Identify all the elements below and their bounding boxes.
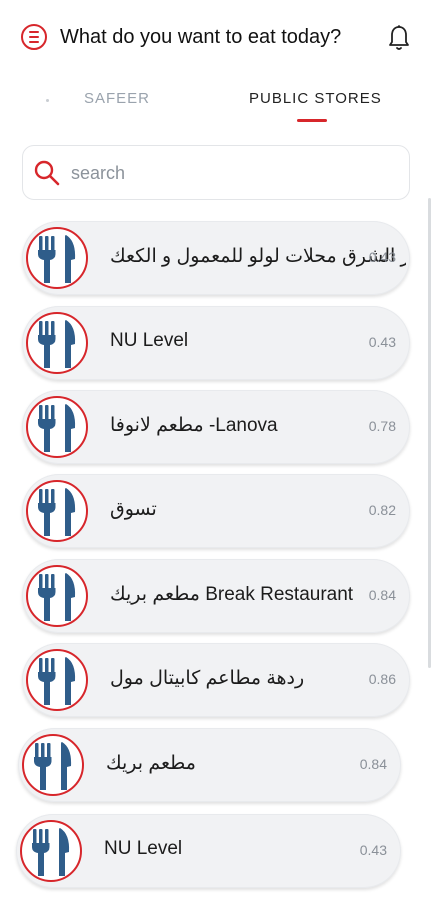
store-card[interactable]: مطعم بريك 0.84 (18, 728, 401, 802)
restaurant-icon (22, 734, 84, 796)
restaurant-icon (20, 820, 82, 882)
restaurant-icon (26, 227, 88, 289)
store-card[interactable]: ردهة مطاعم كابيتال مول 0.86 (22, 643, 410, 717)
store-card[interactable]: مخابز الشرق محلات لولو للمعمول و الكعك0.… (22, 221, 410, 295)
store-distance: 0.43 (368, 334, 396, 350)
store-distance: 0.78 (368, 418, 396, 434)
store-distance: 0.43 (359, 842, 387, 858)
restaurant-icon (26, 312, 88, 374)
store-distance: 0.84 (368, 587, 396, 603)
store-card[interactable]: NU Level 0.43 (16, 814, 401, 888)
store-distance: 0.86 (368, 671, 396, 687)
store-distance: 0.84 (359, 756, 387, 772)
restaurant-icon (26, 565, 88, 627)
bell-icon[interactable] (387, 24, 411, 52)
header: What do you want to eat today? (0, 0, 431, 76)
store-card[interactable]: تسوق 0.82 (22, 474, 410, 548)
store-card[interactable]: مطعم لانوفا -Lanova 0.78 (22, 390, 410, 464)
search-box[interactable] (22, 145, 410, 200)
tab-safeer[interactable]: SAFEER (84, 90, 150, 107)
search-icon (34, 160, 60, 186)
store-name: مطعم لانوفا -Lanova (110, 415, 278, 436)
store-name: ردهة مطاعم كابيتال مول (110, 668, 305, 689)
store-distance: 0.43 (368, 249, 396, 265)
active-tab-indicator (297, 119, 327, 122)
restaurant-icon (26, 480, 88, 542)
store-name: تسوق (110, 499, 157, 520)
menu-icon[interactable] (21, 24, 47, 50)
page-title: What do you want to eat today? (60, 26, 342, 48)
tab-bar: SAFEER PUBLIC STORES (0, 82, 431, 126)
store-name: مطعم بريك Break Restaurant (110, 584, 354, 605)
restaurant-icon (26, 396, 88, 458)
tab-public-stores[interactable]: PUBLIC STORES (249, 90, 382, 107)
store-card[interactable]: مطعم بريك Break Restaurant 0.84 (22, 559, 410, 633)
store-name: NU Level (110, 330, 189, 351)
store-distance: 0.82 (368, 502, 396, 518)
app-root: What do you want to eat today? SAFEER PU… (0, 0, 431, 900)
tab-scroll-dot (46, 99, 49, 102)
store-name: مخابز الشرق محلات لولو للمعمول و الكعك (110, 246, 406, 267)
search-input[interactable] (71, 158, 391, 188)
restaurant-icon (26, 649, 88, 711)
store-card[interactable]: NU Level 0.43 (22, 306, 410, 380)
store-name: NU Level (104, 838, 183, 859)
store-name: مطعم بريك (106, 753, 196, 774)
